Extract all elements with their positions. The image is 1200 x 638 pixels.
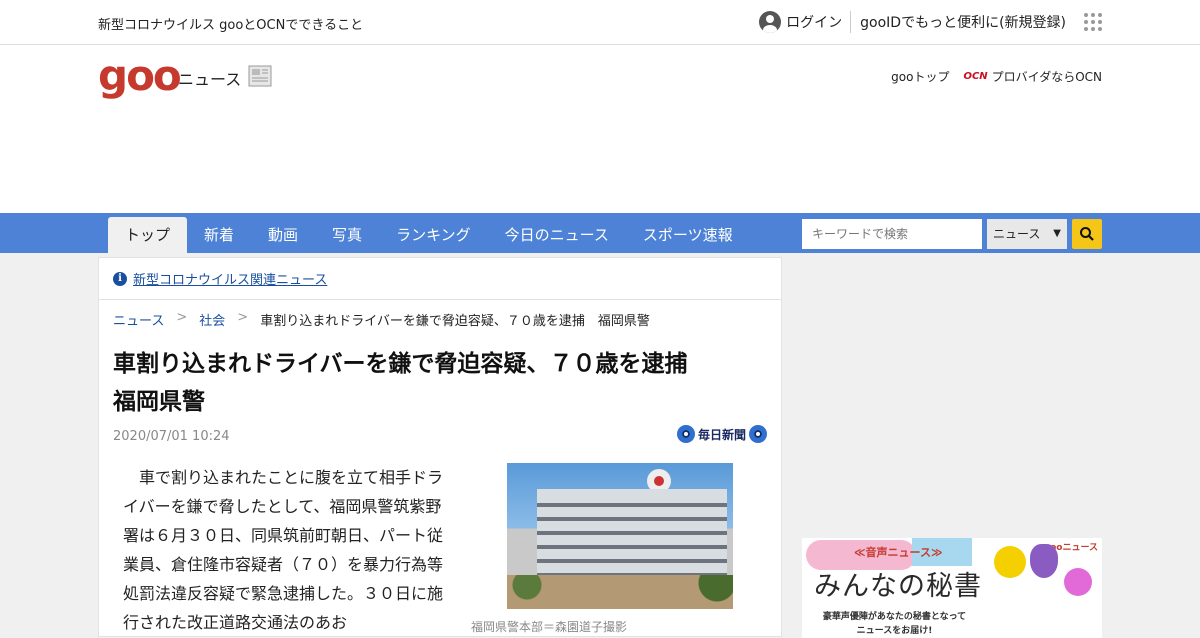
article-title: 車割り込まれドライバーを鎌で脅迫容疑、７０歳を逮捕 福岡県警 (113, 351, 711, 415)
info-icon: i (113, 271, 127, 286)
mainichi-emblem-icon (676, 425, 695, 443)
character-illustration (994, 546, 1026, 578)
search-category-value: ニュース (993, 227, 1041, 241)
voice-news-ad[interactable]: ≪音声ニュース≫ みんなの秘書 豪華声優陣があなたの秘書となって ニュースをお届… (802, 538, 1102, 638)
header-links: gooトップ OCN プロバイダならOCN (891, 68, 1102, 85)
tab-sports[interactable]: スポーツ速報 (626, 217, 750, 253)
article-panel: i 新型コロナウイルス関連ニュース ニュース > 社会 > 車割り込まれドライバ… (98, 257, 782, 637)
utility-bar: 新型コロナウイルス gooとOCNでできること ログイン gooIDでもっと便利… (0, 0, 1200, 45)
character-illustration (1030, 544, 1058, 578)
ad-subtext-line2: ニュースをお届け! (856, 626, 933, 636)
search-button[interactable] (1072, 219, 1102, 249)
tab-photo[interactable]: 写真 (315, 217, 379, 253)
ad-subtext-line1: 豪華声優陣があなたの秘書となって (822, 612, 967, 622)
tab-ranking[interactable]: ランキング (379, 217, 488, 253)
news-section-label[interactable]: ニュース (178, 66, 241, 90)
user-avatar-icon (759, 11, 782, 33)
search-category-select[interactable]: ニュース ▼ (987, 219, 1067, 249)
ocn-logo: OCN (963, 71, 988, 82)
tab-today-news[interactable]: 今日のニュース (488, 217, 626, 253)
tab-video[interactable]: 動画 (251, 217, 315, 253)
breadcrumb-society[interactable]: 社会 (199, 310, 225, 329)
breadcrumb-current: 車割り込まれドライバーを鎌で脅迫容疑、７０歳を逮捕 福岡県警 (260, 314, 650, 329)
newspaper-icon (248, 65, 272, 87)
breadcrumb-news[interactable]: ニュース (113, 310, 164, 329)
covid-news-link: 新型コロナウイルス関連ニュース (133, 273, 328, 288)
breadcrumb: ニュース > 社会 > 車割り込まれドライバーを鎌で脅迫容疑、７０歳を逮捕 福岡… (99, 300, 781, 329)
covid-news-banner[interactable]: i 新型コロナウイルス関連ニュース (99, 258, 781, 300)
ad-subtext: 豪華声優陣があなたの秘書となって ニュースをお届け! (802, 610, 987, 638)
ocn-link[interactable]: OCN プロバイダならOCN (963, 68, 1102, 85)
search-icon (1080, 227, 1094, 241)
tab-new[interactable]: 新着 (187, 217, 251, 253)
nav-tabs: トップ 新着 動画 写真 ランキング 今日のニュース スポーツ速報 (108, 217, 750, 253)
mainichi-emblem-icon (749, 425, 767, 443)
dropdown-arrow-icon: ▼ (1053, 228, 1061, 239)
breadcrumb-separator: > (237, 310, 249, 325)
login-link[interactable]: ログイン (759, 11, 852, 33)
login-label: ログイン (786, 15, 843, 31)
article-date: 2020/07/01 10:24 (113, 429, 230, 444)
covid-info-link[interactable]: 新型コロナウイルス gooとOCNでできること (98, 14, 363, 33)
ad-tag: ≪音声ニュース≫ (854, 546, 943, 559)
character-illustration (1064, 568, 1092, 596)
search-input[interactable] (802, 219, 982, 249)
source-logo[interactable]: 毎日新聞 (676, 425, 767, 443)
breadcrumb-separator: > (176, 310, 188, 325)
photo-caption: 福岡県警本部＝森園道子撮影 (471, 620, 628, 634)
register-link[interactable]: gooIDでもっと便利に(新規登録) (851, 12, 1066, 32)
source-name: 毎日新聞 (697, 427, 746, 442)
foreground-trees (507, 575, 733, 609)
article-body: 車で割り込まれたことに腹を立て相手ドライバーを鎌で脅したとして、福岡県警筑紫野署… (123, 468, 444, 632)
ocn-text: プロバイダならOCN (991, 70, 1102, 84)
goo-logo[interactable]: goo (98, 55, 182, 97)
main-nav: トップ 新着 動画 写真 ランキング 今日のニュース スポーツ速報 ニュース ▼ (0, 213, 1200, 253)
account-links: ログイン gooIDでもっと便利に(新規登録) (759, 10, 1102, 34)
article-photo[interactable] (507, 463, 733, 609)
article-meta: 2020/07/01 10:24 毎日新聞 (113, 425, 767, 444)
app-grid-icon[interactable] (1084, 13, 1102, 31)
tab-top[interactable]: トップ (108, 217, 188, 253)
ad-headline: みんなの秘書 (814, 571, 982, 602)
goo-top-link[interactable]: gooトップ (891, 68, 949, 85)
site-header: goo ニュース gooトップ OCN プロバイダならOCN (0, 45, 1200, 213)
